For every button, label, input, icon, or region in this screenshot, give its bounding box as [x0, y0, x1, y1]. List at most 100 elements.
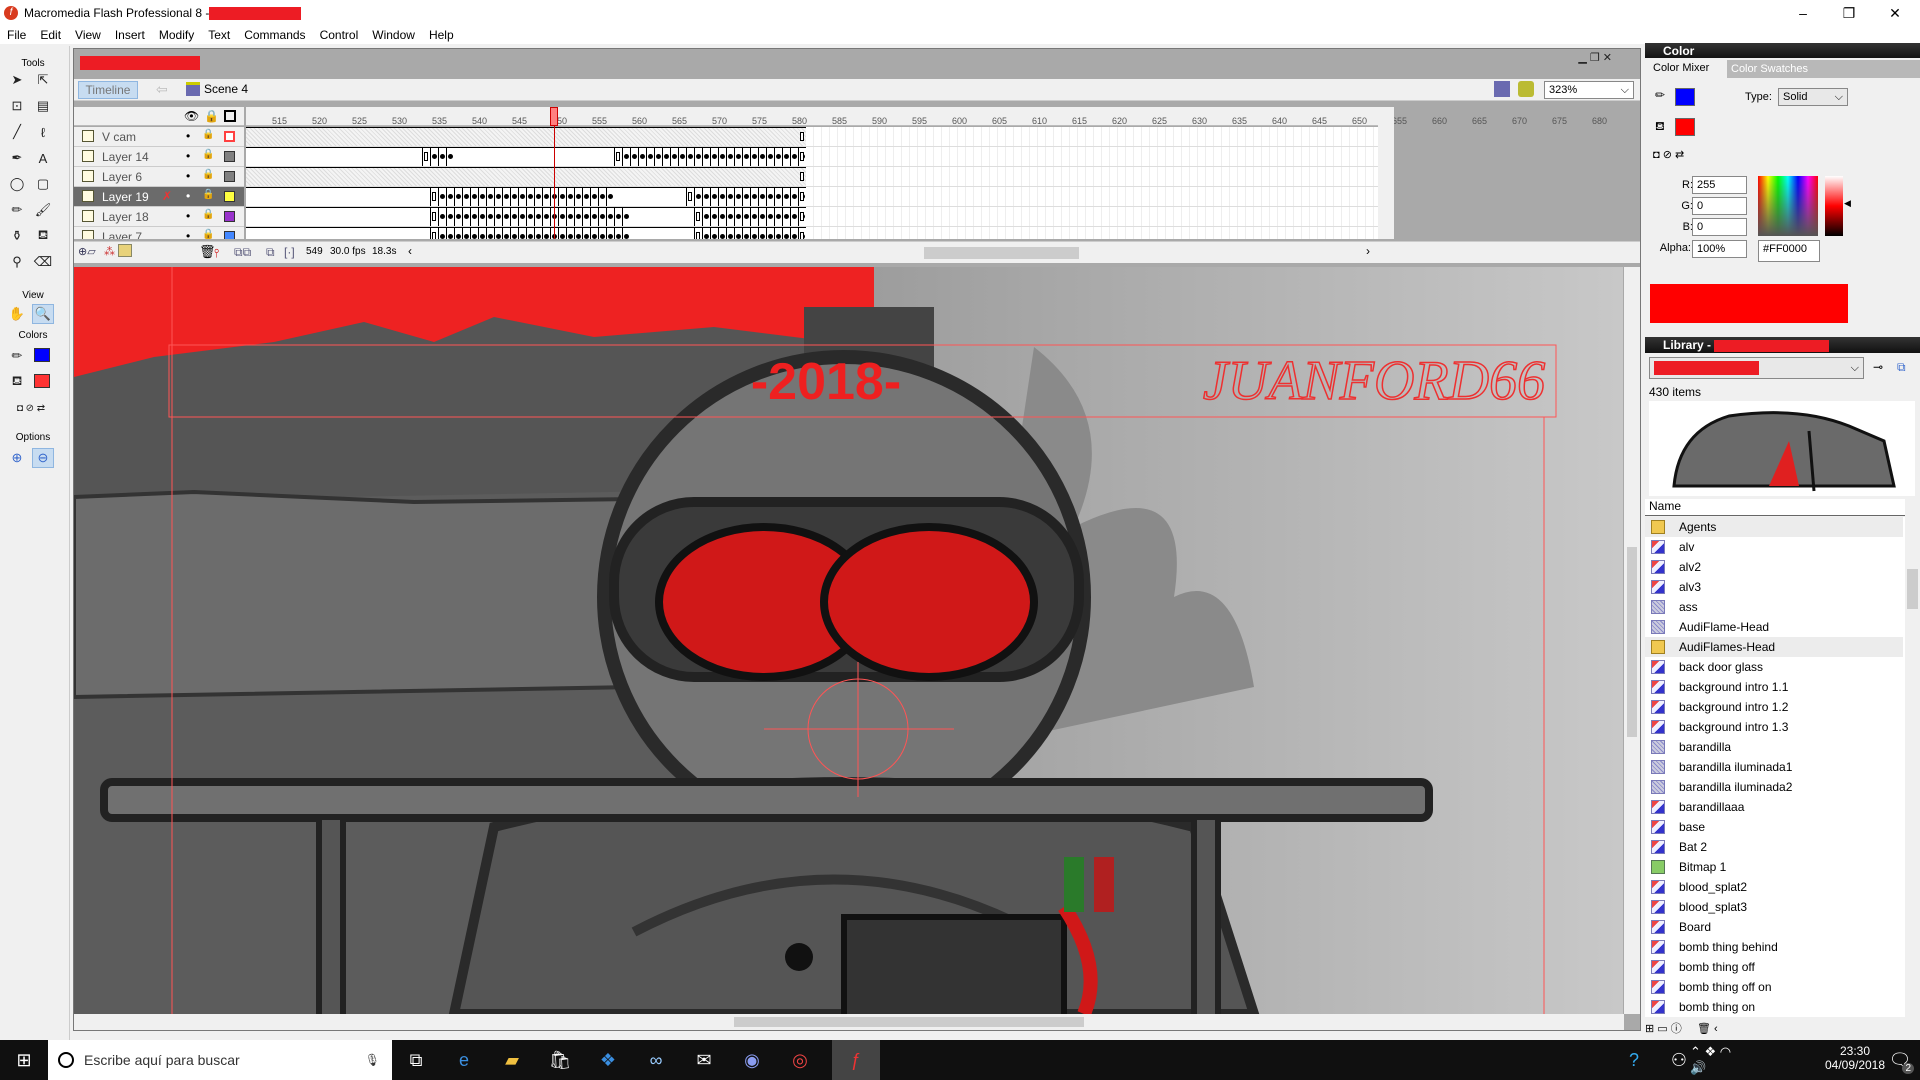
- keyframe[interactable]: [558, 207, 559, 226]
- keyframe[interactable]: [598, 227, 599, 239]
- keyframe[interactable]: [454, 227, 455, 239]
- keyframe[interactable]: [534, 187, 535, 206]
- keyframe[interactable]: [430, 227, 431, 239]
- edit-symbols-icon[interactable]: [1518, 81, 1534, 97]
- layer-name[interactable]: V cam: [102, 130, 136, 144]
- frame-row[interactable]: [246, 127, 1378, 147]
- keyframe[interactable]: [718, 147, 719, 166]
- keyframe[interactable]: [750, 227, 751, 239]
- keyframe[interactable]: [702, 187, 703, 206]
- keyframe[interactable]: [550, 227, 551, 239]
- keyframe[interactable]: [694, 187, 695, 206]
- keyframe[interactable]: [798, 147, 799, 166]
- frame-rate[interactable]: 30.0 fps: [330, 246, 366, 257]
- document-tab-redacted[interactable]: [80, 56, 200, 70]
- visibility-dot[interactable]: •: [186, 189, 190, 203]
- keyframe[interactable]: [622, 147, 623, 166]
- visibility-dot[interactable]: •: [186, 229, 190, 239]
- library-item[interactable]: barandilla iluminada2: [1645, 777, 1903, 797]
- keyframe[interactable]: [718, 207, 719, 226]
- visibility-dot[interactable]: •: [186, 169, 190, 183]
- mail-icon[interactable]: ✉: [680, 1040, 728, 1080]
- keyframe[interactable]: [686, 187, 687, 206]
- library-item[interactable]: back door glass: [1645, 657, 1903, 677]
- frame-row[interactable]: [246, 167, 1378, 187]
- library-item[interactable]: barandilla iluminada1: [1645, 757, 1903, 777]
- menu-window[interactable]: Window: [365, 28, 422, 42]
- rectangle-tool-icon[interactable]: ▢: [32, 174, 54, 194]
- keyframe[interactable]: [742, 227, 743, 239]
- keyframe[interactable]: [606, 227, 607, 239]
- keyframe[interactable]: [782, 187, 783, 206]
- keyframe[interactable]: [494, 227, 495, 239]
- add-guide-layer-icon[interactable]: ⁂: [104, 245, 115, 258]
- layer-name[interactable]: Layer 19: [102, 190, 149, 204]
- keyframe[interactable]: [462, 227, 463, 239]
- onion-skin-icon[interactable]: ⧉⧉: [234, 245, 251, 260]
- keyframe[interactable]: [734, 227, 735, 239]
- keyframe[interactable]: [430, 207, 431, 226]
- alpha-field[interactable]: 100%: [1692, 240, 1747, 258]
- brush-tool-icon[interactable]: 🖌: [32, 200, 54, 220]
- keyframe[interactable]: [526, 207, 527, 226]
- taskbar-search[interactable]: Escribe aquí para buscar 🎙: [48, 1040, 392, 1080]
- eyedropper-icon[interactable]: ⚲: [6, 252, 28, 272]
- keyframe[interactable]: [478, 187, 479, 206]
- zoom-select[interactable]: 323% ⌵: [1544, 81, 1634, 99]
- playhead[interactable]: [550, 107, 558, 126]
- keyframe[interactable]: [782, 207, 783, 226]
- layer-row[interactable]: Layer 18 • 🔒: [74, 207, 244, 227]
- keyframe[interactable]: [598, 187, 599, 206]
- keyframe[interactable]: [750, 147, 751, 166]
- keyframe[interactable]: [446, 187, 447, 206]
- library-item[interactable]: Agents: [1645, 517, 1903, 537]
- pen-tool-icon[interactable]: ✒: [6, 148, 28, 168]
- line-tool-icon[interactable]: ╱: [6, 122, 28, 142]
- keyframe[interactable]: [574, 227, 575, 239]
- keyframe[interactable]: [766, 147, 767, 166]
- lock-icon[interactable]: 🔒: [202, 189, 214, 200]
- layer-color-swatch[interactable]: [224, 231, 235, 239]
- windows-start-icon[interactable]: ⊞: [0, 1040, 48, 1080]
- keyframe[interactable]: [526, 187, 527, 206]
- layer-row[interactable]: V cam • 🔒: [74, 127, 244, 147]
- keyframe[interactable]: [774, 227, 775, 239]
- keyframe[interactable]: [798, 207, 799, 226]
- lock-icon[interactable]: 🔒: [202, 209, 214, 220]
- library-item[interactable]: background intro 1.3: [1645, 717, 1903, 737]
- store-icon[interactable]: 🛍: [536, 1040, 584, 1080]
- hand-tool-icon[interactable]: ✋: [6, 304, 28, 324]
- edit-scene-icon[interactable]: [1494, 81, 1510, 97]
- menu-commands[interactable]: Commands: [237, 28, 312, 42]
- keyframe[interactable]: [742, 207, 743, 226]
- ink-bottle-icon[interactable]: ⚱: [6, 226, 28, 246]
- keyframe[interactable]: [790, 227, 791, 239]
- layer-color-swatch[interactable]: [224, 171, 235, 182]
- keyframe[interactable]: [702, 227, 703, 239]
- lock-icon[interactable]: 🔒: [202, 169, 214, 180]
- visibility-dot[interactable]: •: [186, 129, 190, 143]
- infinity-app-icon[interactable]: ∞: [632, 1040, 680, 1080]
- file-explorer-icon[interactable]: ▰: [488, 1040, 536, 1080]
- keyframe[interactable]: [782, 227, 783, 239]
- keyframe[interactable]: [542, 207, 543, 226]
- layer-row[interactable]: Layer 6 • 🔒: [74, 167, 244, 187]
- keyframe[interactable]: [582, 227, 583, 239]
- keyframe[interactable]: [758, 187, 759, 206]
- library-item[interactable]: ass: [1645, 597, 1903, 617]
- keyframe[interactable]: [566, 227, 567, 239]
- keyframe[interactable]: [702, 147, 703, 166]
- layer-color-swatch[interactable]: [224, 211, 235, 222]
- keyframe[interactable]: [758, 227, 759, 239]
- keyframe[interactable]: [518, 187, 519, 206]
- library-item[interactable]: barandilla: [1645, 737, 1903, 757]
- pencil-tool-icon[interactable]: ✏: [6, 200, 28, 220]
- visibility-dot[interactable]: •: [186, 209, 190, 223]
- menu-insert[interactable]: Insert: [108, 28, 152, 42]
- keyframe[interactable]: [598, 207, 599, 226]
- keyframe[interactable]: [526, 227, 527, 239]
- keyframe[interactable]: [758, 147, 759, 166]
- keyframe[interactable]: [702, 207, 703, 226]
- keyframe[interactable]: [534, 207, 535, 226]
- keyframe[interactable]: [518, 227, 519, 239]
